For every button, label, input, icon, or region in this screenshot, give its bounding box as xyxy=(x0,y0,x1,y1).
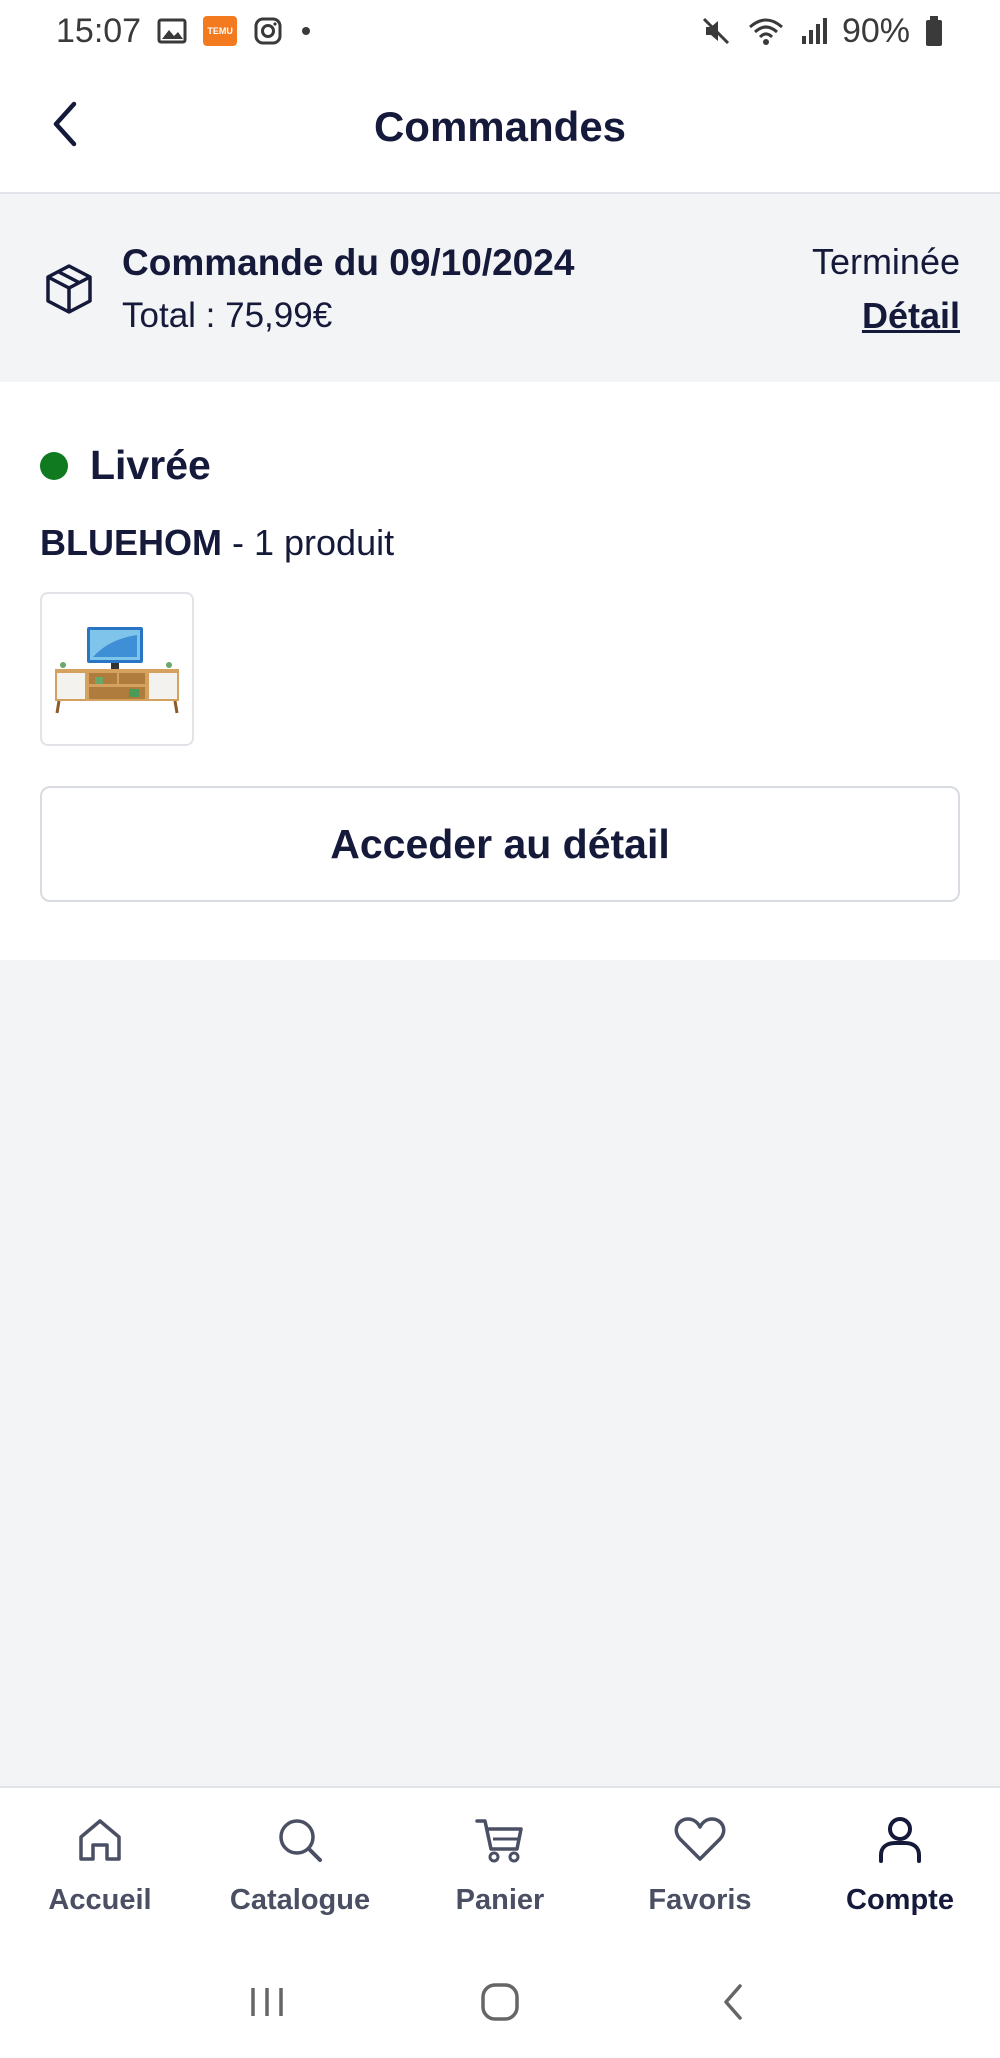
bottom-nav: Accueil Catalogue Panier Favoris Compte xyxy=(0,1786,1000,1946)
status-bar: 15:07 TEMU 90% xyxy=(0,0,1000,62)
search-icon xyxy=(270,1810,330,1870)
back-system-button[interactable] xyxy=(693,1972,773,2032)
home-system-button[interactable] xyxy=(460,1972,540,2032)
delivery-card: Livrée BLUEHOM - 1 produit Acceder au dé… xyxy=(0,382,1000,960)
delivery-status-label: Livrée xyxy=(90,442,211,488)
user-icon xyxy=(870,1810,930,1870)
instagram-icon xyxy=(253,16,283,46)
seller-name: BLUEHOM xyxy=(40,522,222,563)
android-system-nav xyxy=(0,1946,1000,2058)
cart-icon xyxy=(470,1810,530,1870)
delivery-status: Livrée xyxy=(40,442,211,489)
battery-percent: 90% xyxy=(841,11,910,50)
heart-icon xyxy=(670,1810,730,1870)
status-time: 15:07 xyxy=(56,11,142,50)
nav-item-panier[interactable]: Panier xyxy=(410,1810,590,1917)
recent-apps-button[interactable] xyxy=(227,1972,307,2032)
package-icon xyxy=(40,260,98,318)
recent-apps-icon xyxy=(250,1988,283,2016)
status-dot-icon xyxy=(40,451,68,480)
nav-label-panier: Panier xyxy=(455,1884,545,1916)
order-date: Commande du 09/10/2024 xyxy=(122,242,575,283)
nav-label-favoris: Favoris xyxy=(648,1884,752,1916)
order-detail-link[interactable]: Détail xyxy=(862,295,960,337)
image-icon xyxy=(157,17,187,45)
nav-label-accueil: Accueil xyxy=(48,1884,152,1916)
home-icon xyxy=(70,1810,130,1870)
page-title: Commandes xyxy=(373,103,627,150)
order-status-group: Terminée Détail xyxy=(812,241,960,337)
access-detail-button[interactable]: Acceder au détail xyxy=(40,786,960,902)
status-left: 15:07 TEMU xyxy=(56,12,313,51)
signal-icon xyxy=(800,16,828,46)
back-button[interactable] xyxy=(40,94,90,154)
nav-item-favoris[interactable]: Favoris xyxy=(610,1810,790,1917)
home-circle-icon xyxy=(481,1983,519,2021)
battery-icon xyxy=(924,15,944,47)
back-chevron-icon xyxy=(724,1984,743,2020)
temu-app-icon: TEMU xyxy=(203,16,238,46)
nav-item-compte[interactable]: Compte xyxy=(810,1810,990,1917)
order-info: Commande du 09/10/2024 Total : 75,99€ xyxy=(122,242,574,336)
order-summary: Commande du 09/10/2024 Total : 75,99€ Te… xyxy=(0,196,1000,382)
order-total: Total : 75,99€ xyxy=(122,296,333,335)
status-right: 90% xyxy=(700,12,944,51)
wifi-icon xyxy=(746,15,786,47)
product-count: - 1 produit xyxy=(222,522,395,563)
product-thumbnail[interactable] xyxy=(40,592,194,746)
seller-line: BLUEHOM - 1 produit xyxy=(40,522,394,564)
order-status: Terminée xyxy=(811,241,960,282)
nav-label-compte: Compte xyxy=(846,1884,954,1916)
dot-icon xyxy=(299,24,313,38)
mute-icon xyxy=(700,15,732,47)
nav-item-catalogue[interactable]: Catalogue xyxy=(210,1810,390,1917)
nav-label-catalogue: Catalogue xyxy=(229,1884,371,1916)
chevron-left-icon xyxy=(53,101,77,147)
app-header: Commandes xyxy=(0,62,1000,194)
nav-item-accueil[interactable]: Accueil xyxy=(10,1810,190,1917)
tv-stand-image xyxy=(55,627,179,714)
